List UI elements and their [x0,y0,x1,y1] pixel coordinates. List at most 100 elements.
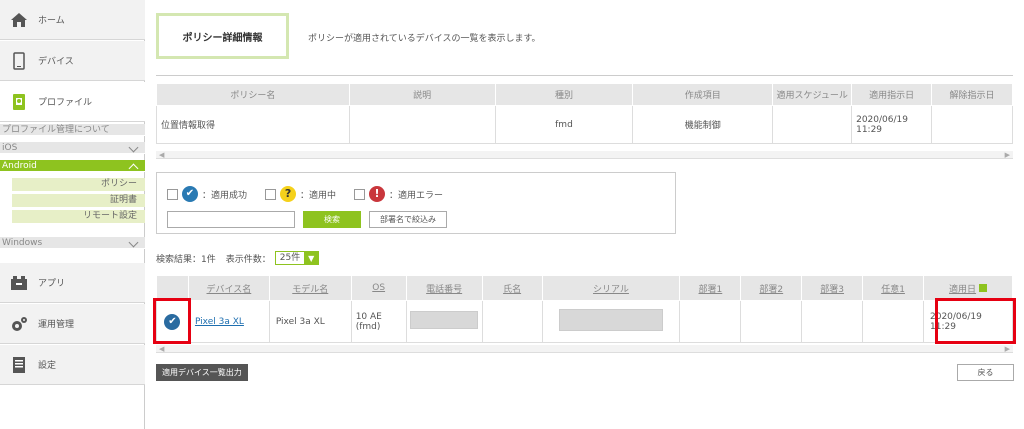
success-label: ：適用成功 [202,190,248,201]
tab-policy-detail[interactable]: ポリシー詳細情報 [156,13,289,59]
col-optional1[interactable]: 任意1 [862,275,924,301]
nav-device-label: デバイス [38,57,74,67]
question-icon: ? [280,186,297,202]
serial-cell [541,300,681,343]
policy-name-cell: 位置情報取得 [156,105,350,144]
result-count: 検索結果：1件 [156,254,216,265]
apply-date-cell: 2020/06/19 11:29 [851,105,933,144]
nav-settings-label: 設定 [38,361,57,371]
chevron-down-icon [128,142,139,153]
page-description: ポリシーが適用されているデバイスの一覧を表示します。 [308,34,541,44]
dept1-cell [679,300,742,343]
home-icon [10,11,28,29]
col-type: 種別 [494,83,634,106]
nav-ios[interactable]: iOS [0,142,145,154]
scroll-left-icon[interactable]: ◀ [159,345,164,353]
device-table: デバイス名 モデル名 OS 電話番号 氏名 シリアル 部署1 部署2 部署3 任… [156,275,1013,343]
col-dept1[interactable]: 部署1 [679,275,742,301]
chevron-down-icon [128,237,139,248]
os-version: 10 AE [355,311,382,322]
col-apply-date: 適用指示日 [851,83,933,106]
redacted-phone [410,311,479,329]
phone-cell [405,300,483,343]
nav-certificate[interactable]: 証明書 [12,194,145,207]
divider [156,75,1013,76]
chevron-down-icon: ▼ [304,252,319,264]
document-icon [10,356,28,374]
type-cell: fmd [494,105,634,144]
col-policy-name: ポリシー名 [156,83,350,106]
scroll-right-icon[interactable]: ▶ [1005,345,1010,353]
nav-apps-label: アプリ [38,279,66,289]
col-serial[interactable]: シリアル [541,275,681,301]
success-checkbox[interactable] [167,188,178,200]
col-model[interactable]: モデル名 [268,275,352,301]
col-device-name[interactable]: デバイス名 [187,275,270,301]
release-date-cell [931,105,1013,144]
nav-ios-label: iOS [2,143,18,153]
tab-policy-detail-label: ポリシー詳細情報 [182,32,263,44]
apps-icon [10,274,28,292]
dept-filter-button[interactable]: 部署名で絞込み [369,211,447,228]
nav-android-label: Android [2,161,37,171]
redacted-serial [558,309,663,331]
nav-policy[interactable]: ポリシー [12,178,145,191]
dept2-cell [740,300,803,343]
highlight-applied-date [935,298,1016,344]
profile-icon [10,93,28,111]
search-input[interactable] [167,211,295,228]
error-checkbox[interactable] [354,188,366,200]
nav-operations-label: 運用管理 [38,320,75,330]
col-applied-date[interactable]: 適用日 [923,275,1013,301]
scroll-right-icon[interactable]: ▶ [1005,151,1010,159]
export-button[interactable]: 適用デバイス一覧出力 [156,364,248,381]
nav-home[interactable]: ホーム [0,0,145,40]
col-os[interactable]: OS [350,275,407,301]
per-page-label: 表示件数： [225,254,271,265]
optional1-cell [862,300,924,343]
os-type: (fmd) [355,321,381,332]
table-row: 位置情報取得 fmd 機能制御 2020/06/19 11:29 [156,105,1013,144]
nav-device[interactable]: デバイス [0,41,145,81]
sidebar: ホーム デバイス プロファイル プロファイル管理について iOS Android… [0,0,145,429]
back-button[interactable]: 戻る [957,364,1014,381]
created-item-cell: 機能制御 [632,105,774,144]
profile-about-link[interactable]: プロファイル管理について [0,124,145,136]
nav-settings[interactable]: 設定 [0,345,145,385]
nav-profile[interactable]: プロファイル [0,82,145,122]
search-button[interactable]: 検索 [303,211,361,228]
app-root: ホーム デバイス プロファイル プロファイル管理について iOS Android… [0,0,1024,429]
dept3-cell [801,300,864,343]
col-phone[interactable]: 電話番号 [405,275,483,301]
nav-apps[interactable]: アプリ [0,263,145,303]
device-name-link[interactable]: Pixel 3a XL [195,317,244,327]
col-dept3[interactable]: 部署3 [801,275,864,301]
description-cell [348,105,496,144]
schedule-cell [772,105,853,144]
nav-operations[interactable]: 運用管理 [0,304,145,344]
device-table-scrollbar[interactable]: ◀ ▶ [156,345,1013,353]
table-row: ✔ Pixel 3a XL Pixel 3a XL 10 AE (fmd) 202… [156,300,1013,343]
nav-android[interactable]: Android [0,160,145,174]
policy-table: ポリシー名 説明 種別 作成項目 適用スケジュール 適用指示日 解除指示日 位置… [156,83,1013,144]
col-release-date: 解除指示日 [931,83,1013,106]
main-content: ポリシー詳細情報 ポリシーが適用されているデバイスの一覧を表示します。 ポリシー… [145,0,1024,429]
nav-profile-label: プロファイル [38,98,93,108]
per-page-select[interactable]: 25件 ▼ [274,251,320,265]
filter-status-row: ✔ ：適用成功 ? ：適用中 ! ：適用エラー [167,186,443,202]
results-bar: 検索結果：1件 表示件数： 25件 ▼ [156,251,320,265]
device-icon [10,51,28,70]
pending-checkbox[interactable] [265,188,277,200]
per-page-value: 25件 [279,253,301,263]
nav-windows[interactable]: Windows [0,237,145,249]
check-icon: ✔ [182,186,198,202]
col-schedule: 適用スケジュール [772,83,853,106]
nav-remote-settings[interactable]: リモート設定 [12,210,145,223]
col-dept2[interactable]: 部署2 [740,275,803,301]
policy-table-scrollbar[interactable]: ◀ ▶ [156,151,1013,159]
sort-icon [978,283,987,292]
device-table-header: デバイス名 モデル名 OS 電話番号 氏名 シリアル 部署1 部署2 部署3 任… [156,275,1013,301]
scroll-left-icon[interactable]: ◀ [159,151,164,159]
device-name-cell: Pixel 3a XL [187,300,270,343]
col-name[interactable]: 氏名 [481,275,543,301]
